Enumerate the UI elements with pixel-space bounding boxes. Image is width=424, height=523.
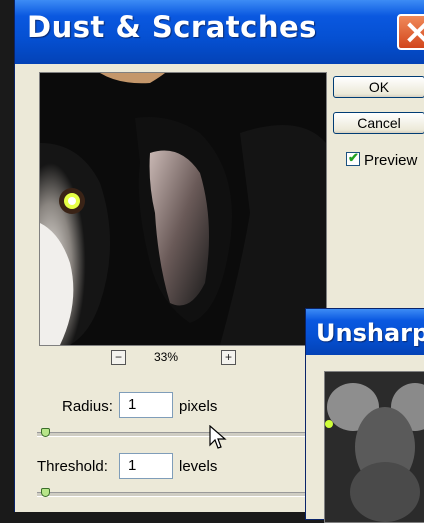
unsharp-preview-image[interactable]: [324, 371, 424, 523]
threshold-input[interactable]: 1: [119, 453, 173, 479]
threshold-unit: levels: [179, 458, 218, 475]
mouse-cursor-icon: [209, 425, 227, 449]
zoom-level: 33%: [154, 350, 179, 364]
preview-image[interactable]: [39, 72, 327, 346]
cancel-button[interactable]: Cancel: [333, 112, 424, 134]
preview-label: Preview: [364, 152, 418, 169]
preview-checkbox[interactable]: ✔: [346, 150, 360, 166]
unsharp-title-bar[interactable]: Unsharp: [306, 309, 424, 355]
radius-label: Radius:: [62, 398, 113, 415]
unsharp-title: Unsharp: [316, 319, 424, 347]
dog-photo: [40, 73, 326, 345]
radius-unit: pixels: [179, 398, 218, 415]
ok-button[interactable]: OK: [333, 76, 424, 98]
close-icon: ×: [403, 12, 424, 52]
zoom-out-button[interactable]: −: [111, 350, 126, 365]
unsharp-dialog[interactable]: Unsharp: [305, 308, 424, 523]
title-bar[interactable]: Dust & Scratches ×: [15, 0, 424, 64]
zoom-in-button[interactable]: +: [221, 350, 236, 365]
dialog-title: Dust & Scratches: [27, 10, 317, 44]
radius-slider-track[interactable]: [37, 432, 307, 437]
threshold-slider-track[interactable]: [37, 492, 307, 497]
unsharp-dog-photo: [325, 372, 424, 522]
close-button[interactable]: ×: [397, 12, 424, 52]
zoom-controls: − 33% +: [111, 350, 251, 368]
checkmark-icon: ✔: [348, 150, 359, 165]
threshold-label: Threshold:: [37, 458, 108, 475]
radius-input[interactable]: 1: [119, 392, 173, 418]
